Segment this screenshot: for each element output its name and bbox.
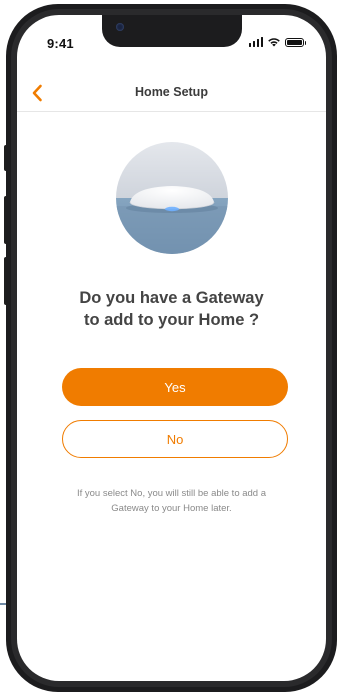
page-title: Home Setup: [135, 85, 208, 99]
signal-icon: [248, 37, 263, 47]
gateway-illustration: [115, 142, 228, 254]
no-button[interactable]: No: [62, 420, 288, 458]
question-text: Do you have a Gateway to add to your Hom…: [17, 287, 326, 331]
yes-button[interactable]: Yes: [62, 368, 288, 406]
helper-note-line-1: If you select No, you will still be able…: [76, 488, 267, 499]
question-line-1: Do you have a Gateway: [79, 289, 264, 307]
status-icons: [248, 37, 306, 47]
camera-icon: [115, 23, 124, 31]
wifi-icon: [268, 38, 280, 47]
status-time: 9:41: [47, 36, 74, 51]
stage: 9:41 Home Setup Do you have a Gateway to…: [0, 0, 341, 694]
nav-bar: Home Setup: [17, 77, 326, 112]
battery-icon: [285, 37, 306, 47]
gateway-device-icon: [115, 142, 228, 254]
phone-screen: 9:41 Home Setup Do you have a Gateway to…: [17, 15, 326, 681]
phone-frame: 9:41 Home Setup Do you have a Gateway to…: [6, 4, 337, 692]
battery-level: [287, 39, 302, 45]
notch: [101, 15, 242, 47]
helper-note: If you select No, you will still be able…: [49, 486, 294, 516]
helper-note-line-2: Gateway to your Home later.: [111, 503, 232, 514]
question-line-2: to add to your Home ?: [83, 311, 260, 329]
phone-bezel: 9:41 Home Setup Do you have a Gateway to…: [11, 9, 332, 687]
